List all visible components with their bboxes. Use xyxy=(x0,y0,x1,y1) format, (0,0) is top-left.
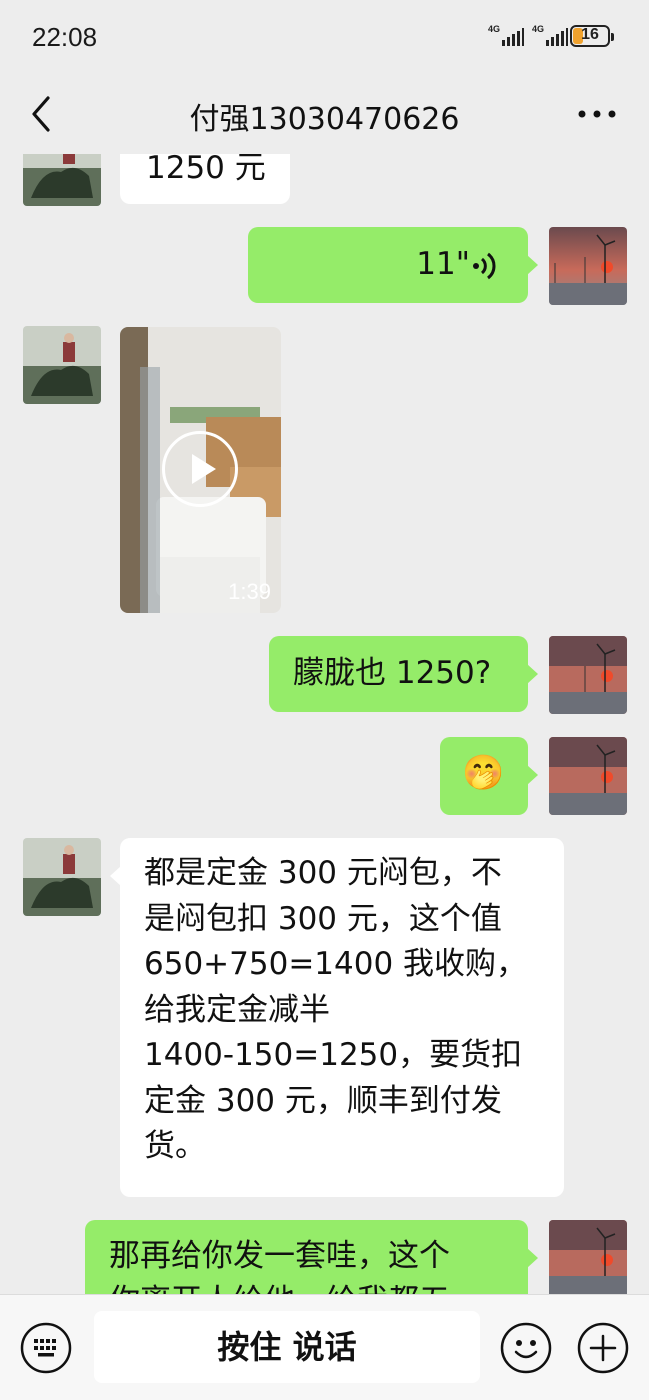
network-type-label: 4G xyxy=(488,24,501,34)
video-duration: 1:39 xyxy=(228,579,271,604)
smiley-icon xyxy=(500,1322,552,1374)
chat-title[interactable]: 付强13030470626 xyxy=(0,94,649,138)
plus-circle-icon xyxy=(577,1322,629,1374)
input-bar: 按住 说话 xyxy=(0,1294,649,1400)
message-line: 是闷包扣 300 元，这个值 xyxy=(144,900,502,937)
message-line: 给我定金减半 xyxy=(144,991,330,1028)
message-bubble-sent[interactable]: 🤭 xyxy=(440,737,538,815)
self-avatar[interactable] xyxy=(549,636,627,714)
message-line: 都是定金 300 元闷包，不 xyxy=(144,855,502,891)
keyboard-icon xyxy=(20,1322,72,1374)
self-avatar[interactable] xyxy=(549,1220,627,1294)
keyboard-button[interactable] xyxy=(20,1322,72,1374)
network-type-label: 4G xyxy=(532,24,545,34)
signal-icon: 4G xyxy=(488,24,528,50)
message-text: 1250 元 xyxy=(146,154,266,186)
voice-wave-icon xyxy=(473,252,496,280)
play-icon xyxy=(192,454,216,484)
more-button[interactable] xyxy=(572,96,622,132)
play-button[interactable] xyxy=(162,431,238,507)
hold-to-talk-button[interactable]: 按住 说话 xyxy=(94,1311,480,1383)
self-avatar[interactable] xyxy=(549,227,627,305)
more-actions-button[interactable] xyxy=(577,1322,629,1374)
message-bubble-sent[interactable]: 那再给你发一套哇，这个 你离开人给他一给我都五 xyxy=(85,1220,538,1294)
status-time: 22:08 xyxy=(32,22,98,52)
battery-level: 16 xyxy=(581,26,599,43)
contact-avatar[interactable] xyxy=(23,838,101,916)
message-line: 你离开人给他一给我都五 xyxy=(109,1279,528,1294)
message-line: 货。 xyxy=(144,1128,206,1164)
video-message[interactable]: 1:39 xyxy=(120,327,281,613)
message-line: 1400-150=1250，要货扣 xyxy=(144,1037,523,1073)
message-line: 定金 300 元，顺丰到付发 xyxy=(144,1082,502,1119)
voice-duration: 11" xyxy=(416,246,470,282)
voice-message-bubble[interactable]: 11" xyxy=(248,227,538,303)
more-horizontal-icon xyxy=(578,110,616,118)
contact-avatar[interactable] xyxy=(23,326,101,404)
message-bubble-received[interactable]: 都是定金 300 元闷包，不 是闷包扣 300 元，这个值 650+750=14… xyxy=(110,838,564,1197)
message-bubble-received[interactable]: 1250 元 xyxy=(120,154,290,204)
message-list[interactable]: 1250 元 11" 1:39 朦胧也 1250? 🤭 都是定金 300 元闷包… xyxy=(0,154,649,1294)
signal-icon: 4G xyxy=(532,24,572,50)
message-text: 朦胧也 1250? xyxy=(293,655,492,691)
status-bar: 22:08 4G 4G 16 xyxy=(0,0,649,74)
emoji-button[interactable] xyxy=(500,1322,552,1374)
message-line: 650+750=1400 我收购， xyxy=(144,946,528,982)
self-avatar[interactable] xyxy=(549,737,627,815)
emoji-text: 🤭 xyxy=(462,753,505,793)
contact-avatar[interactable] xyxy=(23,154,101,206)
message-line: 那再给你发一套哇，这个 xyxy=(109,1238,450,1274)
message-bubble-sent[interactable]: 朦胧也 1250? xyxy=(269,636,538,712)
chat-header: 付强13030470626 xyxy=(0,74,649,154)
battery-icon: 16 xyxy=(570,25,614,47)
